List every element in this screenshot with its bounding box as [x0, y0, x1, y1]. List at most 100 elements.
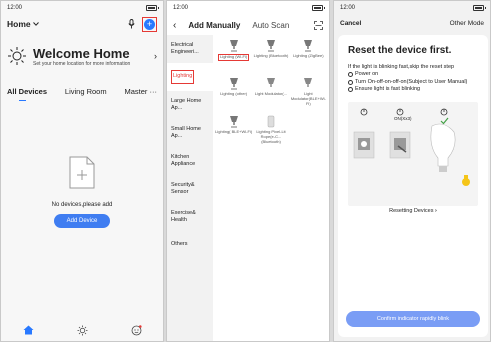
step-text: Ensure light is fast blinking	[355, 86, 421, 93]
back-icon[interactable]: ‹	[173, 20, 176, 31]
check-icon	[348, 87, 353, 93]
category-item[interactable]: Large Home Ap...	[167, 91, 213, 119]
empty-file-icon	[69, 156, 95, 189]
reset-intro: If the light is blinking fast,skip the r…	[348, 64, 455, 70]
category-item[interactable]: Small Home Ap...	[167, 119, 213, 147]
device-label: Lighting (Wi-Fi)	[218, 54, 250, 61]
reset-screen: 12:00 Cancel Other Mode Reset the device…	[333, 0, 491, 342]
category-label: Lighting	[171, 70, 195, 84]
status-bar: 12:00	[334, 1, 490, 15]
step-item: Power on	[348, 71, 478, 78]
resetting-devices-link[interactable]: Resetting Devices ›	[348, 208, 478, 214]
category-item[interactable]: Electrical Engineeri...	[167, 35, 213, 63]
tab-master[interactable]: Master ···	[124, 87, 157, 96]
category-item[interactable]: Security& Sensor	[167, 175, 213, 203]
screen-stage: 12:00 Home + Welcome Home Set your home …	[0, 0, 491, 342]
step-text: Turn On-off-on-off-on(Subject to User Ma…	[355, 78, 468, 85]
category-label: Electrical Engineeri...	[171, 41, 199, 55]
category-label: Exercise& Health	[171, 209, 196, 223]
welcome-subtitle: Set your home location for more informat…	[33, 60, 131, 67]
toggle-icon	[348, 79, 353, 85]
header-actions: +	[128, 16, 157, 32]
home-selector-label: Home	[7, 19, 31, 29]
category-label: Large Home Ap...	[171, 97, 202, 111]
device-item[interactable]: Lighting Pixel-Lit Rope(e-C... (Bluetoot…	[252, 115, 289, 151]
reset-header: Cancel Other Mode	[334, 15, 490, 31]
device-item[interactable]: Lighting( BLE+Wi-Fi)	[215, 115, 252, 151]
bulb-icon	[229, 78, 238, 90]
category-label: Security& Sensor	[171, 181, 195, 195]
device-item[interactable]: Lighting (ZigBee)	[290, 39, 327, 75]
tab-auto-scan[interactable]: Auto Scan	[252, 21, 289, 30]
status-bar: 12:00	[167, 1, 329, 15]
modulator-icon	[304, 78, 313, 87]
reset-card: Reset the device first. If the light is …	[338, 35, 488, 337]
category-label: Kitchen Appliance	[171, 153, 196, 167]
smart-icon[interactable]	[77, 325, 88, 336]
tab-add-manually[interactable]: Add Manually	[188, 21, 240, 30]
mic-icon[interactable]	[128, 19, 135, 29]
chevron-down-icon	[32, 22, 39, 26]
battery-icon	[146, 5, 159, 11]
category-item[interactable]: Others	[167, 231, 213, 259]
device-item[interactable]: Light Modulator(BLE+Wi-Fi)	[290, 77, 327, 113]
status-time: 12:00	[7, 5, 23, 11]
device-label: Lighting (Bluetooth)	[253, 53, 289, 58]
home-selector[interactable]: Home	[7, 19, 39, 29]
category-label: Small Home Ap...	[171, 125, 201, 139]
empty-state: No devices,please add Add Device	[1, 156, 163, 228]
chevron-right-icon: ›	[435, 207, 437, 214]
chevron-right-icon: ›	[154, 51, 157, 61]
cancel-button[interactable]: Cancel	[340, 20, 361, 27]
home-icon[interactable]	[23, 325, 34, 335]
category-item[interactable]: Exercise& Health	[167, 203, 213, 231]
add-device-button[interactable]: Add Device	[54, 214, 110, 228]
resetting-label: Resetting Devices	[389, 207, 434, 214]
bulb-icon	[229, 40, 238, 52]
confirm-button[interactable]: Confirm indicator rapidly blink	[346, 311, 480, 327]
device-item[interactable]: Light Modulator(...	[252, 77, 289, 113]
device-item[interactable]: Lighting (Bluetooth)	[252, 39, 289, 75]
bulb-icon	[266, 40, 275, 52]
other-mode-button[interactable]: Other Mode	[450, 20, 484, 27]
status-time: 12:00	[340, 5, 356, 11]
category-item[interactable]: Kitchen Appliance	[167, 147, 213, 175]
bulb-icon	[229, 116, 238, 128]
add-button-highlight: +	[142, 16, 157, 32]
welcome-banner[interactable]: Welcome Home Set your home location for …	[1, 33, 163, 73]
device-item[interactable]: Lighting (other)	[215, 77, 252, 113]
add-device-screen: 12:00 ‹ Add Manually Auto Scan Electrica…	[166, 0, 330, 342]
category-label: Others	[171, 241, 188, 248]
bottom-nav	[1, 323, 163, 341]
category-item-lighting[interactable]: Lighting	[167, 63, 213, 91]
welcome-title: Welcome Home	[33, 45, 130, 61]
step-item: Ensure light is fast blinking	[348, 86, 478, 93]
room-tabs: All Devices Living Room Master ···	[1, 87, 163, 101]
scan-icon[interactable]	[314, 20, 323, 30]
modulator-icon	[266, 78, 275, 87]
illustration-label: ON(Xx3)	[394, 115, 412, 121]
home-header: Home +	[1, 15, 163, 33]
sun-icon	[8, 47, 26, 65]
battery-icon	[473, 5, 486, 11]
battery-icon	[312, 5, 325, 11]
bulb-icon	[304, 40, 313, 52]
step-text: Power on	[355, 71, 379, 78]
more-icon[interactable]: ···	[149, 87, 157, 96]
status-bar: 12:00	[1, 1, 163, 15]
device-item-lighting-wifi[interactable]: Lighting (Wi-Fi)	[215, 39, 252, 75]
device-label: Lighting( BLE+Wi-Fi)	[215, 129, 253, 134]
home-screen: 12:00 Home + Welcome Home Set your home …	[0, 0, 164, 342]
plus-icon[interactable]: +	[144, 18, 155, 30]
device-label: Light Modulator(...	[254, 91, 288, 96]
tab-living-room[interactable]: Living Room	[65, 87, 107, 96]
status-time: 12:00	[173, 5, 189, 11]
tab-master-label: Master	[124, 87, 148, 96]
add-device-header: ‹ Add Manually Auto Scan	[167, 15, 329, 35]
step-item: Turn On-off-on-off-on(Subject to User Ma…	[348, 79, 478, 86]
rope-light-icon	[267, 115, 275, 128]
device-label: Lighting Pixel-Lit Rope(e-C... (Bluetoot…	[256, 129, 286, 144]
tab-all-devices[interactable]: All Devices	[7, 87, 47, 101]
add-device-body: Electrical Engineeri... Lighting Large H…	[167, 35, 329, 341]
profile-icon[interactable]	[131, 325, 142, 336]
